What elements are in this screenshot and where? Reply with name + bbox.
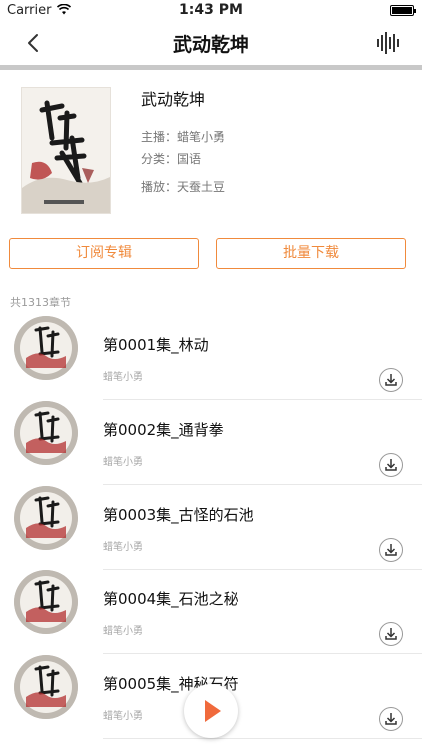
episode-host: 蜡笔小勇	[103, 626, 143, 637]
batch-download-button[interactable]: 批量下载	[216, 238, 406, 269]
download-icon[interactable]	[379, 622, 403, 646]
episode-cover	[14, 486, 78, 550]
cover-art-icon	[22, 88, 110, 213]
play-button[interactable]	[184, 684, 238, 738]
category-row: 分类：国语	[141, 150, 201, 167]
album-title: 武动乾坤	[141, 90, 206, 109]
episode-title: 第0003集_古怪的石池	[103, 506, 254, 524]
sound-wave-icon[interactable]	[376, 31, 402, 55]
category-label: 分类：	[141, 152, 178, 166]
status-bar: Carrier 1:43 PM	[0, 0, 422, 22]
host-row: 主播：蜡笔小勇	[141, 128, 225, 145]
source-value: 天蚕土豆	[177, 180, 226, 194]
row-divider	[103, 738, 422, 739]
episode-cover	[14, 570, 78, 634]
clock: 1:43 PM	[179, 2, 243, 18]
download-icon[interactable]	[379, 538, 403, 562]
episode-cover	[14, 655, 78, 719]
album-header: 武动乾坤 主播：蜡笔小勇 分类：国语 播放：天蚕土豆	[0, 70, 422, 230]
episode-row[interactable]: 第0002集_通背拳蜡笔小勇	[0, 401, 422, 485]
episode-title: 第0002集_通背拳	[103, 421, 224, 439]
row-divider	[103, 653, 422, 654]
episode-row[interactable]: 第0004集_石池之秘蜡笔小勇	[0, 570, 422, 654]
source-label: 播放：	[141, 180, 178, 194]
episode-host: 蜡笔小勇	[103, 711, 143, 722]
source-row: 播放：天蚕土豆	[141, 178, 225, 195]
episode-cover	[14, 316, 78, 380]
episode-count: 共1313章节	[10, 296, 71, 309]
play-icon	[205, 700, 221, 722]
episode-host: 蜡笔小勇	[103, 542, 143, 553]
battery-icon	[390, 5, 416, 16]
episode-cover	[14, 401, 78, 465]
row-divider	[103, 484, 422, 485]
episode-title: 第0001集_林动	[103, 336, 209, 354]
episode-host: 蜡笔小勇	[103, 372, 143, 383]
episode-row[interactable]: 第0003集_古怪的石池蜡笔小勇	[0, 486, 422, 570]
host-label: 主播：	[141, 130, 178, 144]
episode-title: 第0004集_石池之秘	[103, 590, 239, 608]
album-cover[interactable]	[21, 87, 111, 214]
subscribe-button[interactable]: 订阅专辑	[9, 238, 199, 269]
row-divider	[103, 399, 422, 400]
host-value: 蜡笔小勇	[177, 130, 226, 144]
download-icon[interactable]	[379, 453, 403, 477]
download-icon[interactable]	[379, 368, 403, 392]
nav-bar: 武动乾坤	[0, 22, 422, 64]
download-icon[interactable]	[379, 707, 403, 731]
category-value: 国语	[177, 152, 202, 166]
page-title: 武动乾坤	[172, 34, 249, 56]
episode-host: 蜡笔小勇	[103, 457, 143, 468]
episode-row[interactable]: 第0001集_林动蜡笔小勇	[0, 316, 422, 400]
